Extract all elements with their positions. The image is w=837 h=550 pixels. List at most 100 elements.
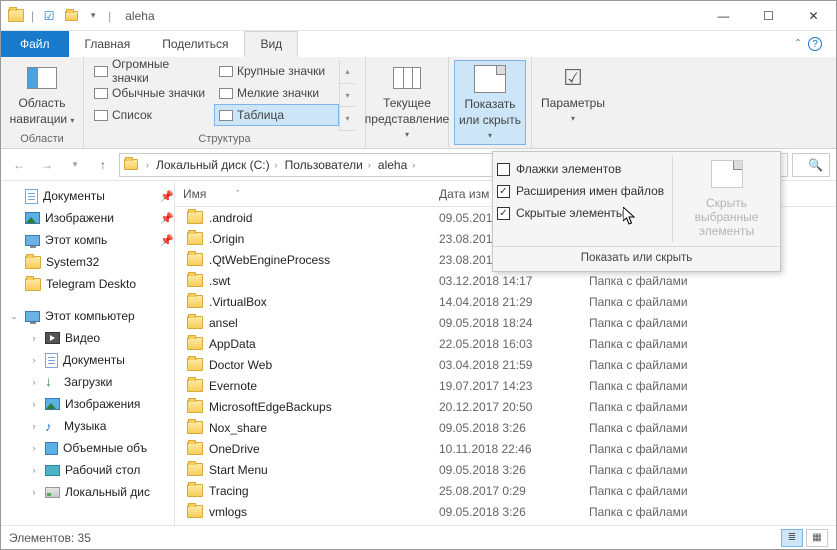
dd-item-flags[interactable]: Флажки элементов	[493, 158, 672, 180]
layout-normal[interactable]: Обычные значки	[89, 82, 214, 104]
tree-item[interactable]: ›Документы	[1, 349, 174, 371]
file-date: 19.07.2017 14:23	[431, 379, 581, 393]
file-row[interactable]: .swt03.12.2018 14:17Папка с файлами	[175, 270, 836, 291]
show-hide-button[interactable]: Показатьили скрыть ▾	[454, 60, 526, 145]
file-row[interactable]: .VirtualBox14.04.2018 21:29Папка с файла…	[175, 291, 836, 312]
crumb-1: Пользователи›	[283, 158, 373, 172]
expand-icon[interactable]: ›	[28, 465, 40, 475]
explorer-icon	[7, 7, 25, 25]
breadcrumb-root-icon	[124, 159, 138, 170]
file-date: 03.12.2018 14:17	[431, 274, 581, 288]
pic-icon	[45, 398, 60, 410]
qat-properties-icon[interactable]: ☑	[40, 7, 58, 25]
col-name[interactable]: Имяˆ	[175, 187, 431, 201]
file-date: 09.05.2018 3:26	[431, 421, 581, 435]
tree-item[interactable]: ›Объемные объ	[1, 437, 174, 459]
expand-icon[interactable]: ›	[28, 443, 40, 453]
ribbon-collapse-button[interactable]: ˆ ?	[782, 31, 836, 57]
minimize-button[interactable]: ―	[701, 1, 746, 31]
layout-large[interactable]: Крупные значки	[214, 60, 339, 82]
qat-newfolder-icon[interactable]	[62, 7, 80, 25]
video-icon	[45, 332, 60, 344]
layout-list[interactable]: Список	[89, 104, 214, 126]
file-row[interactable]: vmlogs09.05.2018 3:26Папка с файлами	[175, 501, 836, 522]
layout-huge[interactable]: Огромные значки	[89, 60, 214, 82]
tree-item[interactable]: Документы📌	[1, 185, 174, 207]
checkbox-checked-icon[interactable]: ✓	[497, 207, 510, 220]
view-icons-button[interactable]: ▦	[806, 529, 828, 547]
view-details-button[interactable]: ≣	[781, 529, 803, 547]
expand-icon[interactable]: ›	[28, 421, 40, 431]
tree-item[interactable]: Этот компь📌	[1, 229, 174, 251]
tree-item[interactable]: ›Видео	[1, 327, 174, 349]
file-row[interactable]: Nox_share09.05.2018 3:26Папка с файлами	[175, 417, 836, 438]
file-row[interactable]: OneDrive10.11.2018 22:46Папка с файлами	[175, 438, 836, 459]
file-date: 25.08.2017 0:29	[431, 484, 581, 498]
tree-item[interactable]: ›Загрузки	[1, 371, 174, 393]
file-row[interactable]: Start Menu09.05.2018 3:26Папка с файлами	[175, 459, 836, 480]
expand-icon[interactable]: ›	[28, 377, 40, 387]
file-type: Папка с файлами	[581, 316, 836, 330]
expand-icon[interactable]: ›	[28, 399, 40, 409]
tree-item[interactable]: ›Музыка	[1, 415, 174, 437]
status-bar: Элементов: 35 ≣ ▦	[1, 525, 836, 549]
dd-footer-label: Показать или скрыть	[493, 246, 780, 271]
layout-table[interactable]: Таблица	[214, 104, 339, 126]
expand-icon[interactable]: ›	[28, 487, 40, 497]
navigation-pane-button[interactable]: Область навигации ▾	[6, 60, 78, 131]
tree-item[interactable]: Telegram Deskto	[1, 273, 174, 295]
expand-icon[interactable]: ›	[28, 355, 40, 365]
tree-item[interactable]: ›Локальный дис	[1, 481, 174, 503]
music-icon	[45, 419, 59, 433]
ribbon: Область навигации ▾ Области Огромные зна…	[1, 57, 836, 149]
file-row[interactable]: ansel09.05.2018 18:24Папка с файлами	[175, 312, 836, 333]
pin-icon: 📌	[160, 212, 174, 225]
folder-icon	[187, 379, 203, 392]
file-type: Папка с файлами	[581, 379, 836, 393]
qat-customize-icon[interactable]: ▾	[84, 7, 102, 25]
pin-icon: 📌	[160, 190, 174, 203]
checkbox-unchecked-icon[interactable]	[497, 163, 510, 176]
nav-back-button[interactable]: ←	[7, 153, 31, 177]
layout-small[interactable]: Мелкие значки	[214, 82, 339, 104]
file-type: Папка с файлами	[581, 400, 836, 414]
current-view-button[interactable]: Текущеепредставление ▾	[371, 60, 443, 143]
file-row[interactable]: MicrosoftEdgeBackups20.12.2017 20:50Папк…	[175, 396, 836, 417]
folder-icon	[25, 278, 41, 291]
maximize-button[interactable]: ☐	[746, 1, 791, 31]
tree-this-pc[interactable]: ⌄Этот компьютер	[1, 305, 174, 327]
pc-icon	[25, 311, 40, 322]
options-button[interactable]: ☑ Параметры▾	[537, 60, 609, 143]
folder-icon	[187, 463, 203, 476]
search-box[interactable]: 🔍	[792, 153, 830, 177]
expand-icon[interactable]: ›	[28, 333, 40, 343]
dd-item-hidden[interactable]: ✓Скрытые элементы	[493, 202, 672, 224]
tab-share[interactable]: Поделиться	[146, 31, 244, 57]
tab-home[interactable]: Главная	[69, 31, 147, 57]
close-button[interactable]: ✕	[791, 1, 836, 31]
tab-view[interactable]: Вид	[244, 31, 298, 57]
checkbox-checked-icon[interactable]: ✓	[497, 185, 510, 198]
folder-icon	[187, 316, 203, 329]
tree-item[interactable]: System32	[1, 251, 174, 273]
tree-item[interactable]: Изображени📌	[1, 207, 174, 229]
file-row[interactable]: Tracing25.08.2017 0:29Папка с файлами	[175, 480, 836, 501]
expand-icon[interactable]: ⌄	[8, 311, 20, 322]
tab-file[interactable]: Файл	[1, 31, 69, 57]
file-row[interactable]: Doctor Web03.04.2018 21:59Папка с файлам…	[175, 354, 836, 375]
nav-up-button[interactable]: ↑	[91, 153, 115, 177]
file-row[interactable]: Evernote19.07.2017 14:23Папка с файлами	[175, 375, 836, 396]
folder-icon	[187, 337, 203, 350]
folder-icon	[25, 256, 41, 269]
nav-recent-button[interactable]: ▾	[63, 153, 87, 177]
layout-scroll[interactable]: ▴▾▾	[339, 60, 355, 131]
dd-item-extensions[interactable]: ✓Расширения имен файлов	[493, 180, 672, 202]
layout-gallery[interactable]: Огромные значки Крупные значки Обычные з…	[89, 60, 339, 131]
crumb-2: aleha›	[376, 158, 417, 172]
nav-forward-button[interactable]: →	[35, 153, 59, 177]
tree-item[interactable]: ›Изображения	[1, 393, 174, 415]
file-row[interactable]: AppData22.05.2018 16:03Папка с файлами	[175, 333, 836, 354]
tree-item[interactable]: ›Рабочий стол	[1, 459, 174, 481]
cube-icon	[45, 442, 58, 455]
navigation-tree[interactable]: Документы📌Изображени📌Этот компь📌System32…	[1, 181, 175, 530]
